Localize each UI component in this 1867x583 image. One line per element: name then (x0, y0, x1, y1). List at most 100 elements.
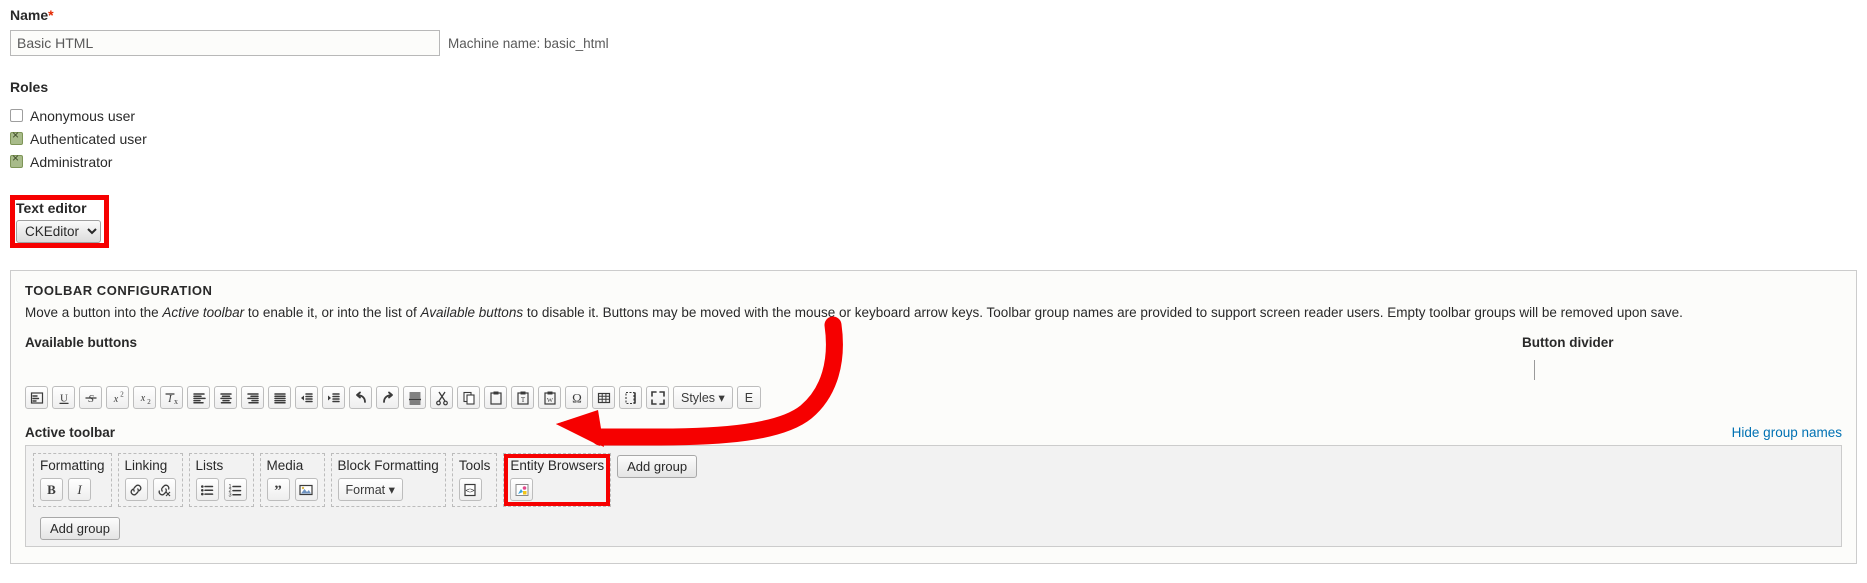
role-row-anonymous[interactable]: Anonymous user (10, 104, 1857, 127)
add-group-row-bottom: Add group (33, 515, 1834, 540)
svg-text:3: 3 (229, 492, 232, 498)
indent-icon[interactable] (322, 386, 345, 409)
filter-format-edit-form: Name* Machine name: basic_html Roles Ano… (0, 0, 1867, 564)
special-character-icon[interactable]: Ω (565, 386, 588, 409)
align-right-icon[interactable] (241, 386, 264, 409)
active-toolbar-header: Active toolbar Hide group names (25, 425, 1842, 440)
toolbar-group-linking[interactable]: Linking (117, 453, 183, 507)
toolbar-group-media[interactable]: Media ” (259, 453, 325, 507)
add-group-button-bottom[interactable]: Add group (40, 517, 120, 540)
button-divider-label: Button divider (1522, 335, 1614, 350)
toolbar-group-buttons: <> (458, 478, 491, 501)
svg-text:2: 2 (147, 398, 151, 406)
svg-text:x: x (139, 393, 145, 404)
toolbar-group-buttons: BI (40, 478, 105, 501)
source-icon[interactable] (25, 386, 48, 409)
remove-format-icon[interactable]: Ix (160, 386, 183, 409)
svg-text:U: U (60, 392, 68, 404)
redo-icon[interactable] (376, 386, 399, 409)
styles-dropdown-button[interactable]: Styles ▾ (673, 386, 733, 409)
maximize-icon[interactable] (646, 386, 669, 409)
entity-browser-icon[interactable] (510, 478, 534, 501)
text-editor-field-group: Text editor CKEditor None (10, 195, 109, 248)
desc-em-available-buttons: Available buttons (420, 305, 524, 320)
italic-icon[interactable]: I (68, 478, 91, 501)
cut-icon[interactable] (430, 386, 453, 409)
format-dropdown-button[interactable]: Format ▾ (337, 478, 403, 501)
hide-group-names-link[interactable]: Hide group names (1732, 425, 1842, 440)
underline-icon[interactable]: U (52, 386, 75, 409)
role-label-anonymous: Anonymous user (30, 107, 136, 124)
page-break-icon[interactable] (619, 386, 642, 409)
role-label-administrator: Administrator (30, 153, 113, 170)
blockquote-icon[interactable]: ” (266, 478, 290, 501)
numbered-list-icon[interactable]: 123 (223, 478, 247, 501)
svg-text:T: T (520, 396, 525, 404)
desc-part-1: Move a button into the (25, 305, 163, 320)
button-divider-handle[interactable] (1534, 360, 1535, 380)
checkbox-anonymous-user[interactable] (10, 109, 23, 122)
unlink-icon[interactable] (152, 478, 176, 501)
copy-icon[interactable] (457, 386, 480, 409)
active-toolbar-label: Active toolbar (25, 425, 116, 440)
text-editor-label: Text editor (16, 200, 87, 216)
link-icon[interactable] (124, 478, 148, 501)
svg-text:Ω: Ω (572, 390, 582, 405)
roles-field-group: Roles Anonymous user Authenticated user … (10, 78, 1857, 173)
table-icon[interactable] (592, 386, 615, 409)
svg-text:”: ” (274, 483, 282, 498)
add-group-button-top[interactable]: Add group (617, 455, 698, 478)
bulleted-list-icon[interactable] (195, 478, 219, 501)
source-code-icon[interactable]: <> (458, 478, 482, 501)
checkbox-authenticated-user[interactable] (10, 129, 23, 145)
outdent-icon[interactable] (295, 386, 318, 409)
align-center-icon[interactable] (214, 386, 237, 409)
name-field-group: Name* Machine name: basic_html (10, 6, 1857, 56)
toolbar-group-name: Lists (195, 458, 224, 473)
toolbar-group-name: Media (266, 458, 304, 473)
svg-text:<>: <> (466, 486, 476, 495)
horizontal-rule-icon[interactable] (403, 386, 426, 409)
toolbar-group-name: Entity Browsers (510, 458, 605, 473)
toolbar-group-buttons: Format ▾ (337, 478, 439, 501)
desc-em-active-toolbar: Active toolbar (162, 305, 245, 320)
paste-from-word-icon[interactable]: W (538, 386, 561, 409)
bold-icon[interactable]: B (40, 478, 63, 501)
toolbar-group-lists[interactable]: Lists 1 2 3 (188, 453, 254, 507)
toolbar-group-entity-browsers[interactable]: Entity Browsers (503, 453, 612, 507)
text-editor-select[interactable]: CKEditor None (16, 220, 101, 243)
toolbar-group-formatting[interactable]: Formatting B I (33, 453, 112, 507)
toolbar-group-name: Linking (124, 458, 168, 473)
active-toolbar-groups: Formatting B I Linking Lists 1 2 3 Media ” Block F… (33, 453, 1834, 507)
name-row: Machine name: basic_html (10, 30, 1857, 56)
desc-part-3: to disable it. Buttons may be moved with… (523, 305, 1683, 320)
toolbar-group-block-formatting[interactable]: Block Formatting Format ▾ (330, 453, 446, 507)
available-buttons-label: Available buttons (25, 335, 138, 350)
undo-icon[interactable] (349, 386, 372, 409)
svg-text:S: S (88, 393, 94, 405)
superscript-icon[interactable]: x2 (106, 386, 129, 409)
toolbar-group-buttons (124, 478, 176, 501)
toolbar-configuration-fieldset: TOOLBAR CONFIGURATION Move a button into… (10, 270, 1857, 564)
svg-text:W: W (546, 397, 553, 404)
image-icon[interactable] (294, 478, 318, 501)
role-row-authenticated[interactable]: Authenticated user (10, 127, 1857, 150)
justify-icon[interactable] (268, 386, 291, 409)
available-buttons-header: Available buttons Button divider (25, 335, 1842, 380)
align-left-icon[interactable] (187, 386, 210, 409)
paste-icon[interactable] (484, 386, 507, 409)
desc-part-2: to enable it, or into the list of (244, 305, 421, 320)
editor-button-e[interactable]: E (736, 386, 762, 409)
checkbox-administrator[interactable] (10, 152, 23, 168)
role-label-authenticated: Authenticated user (30, 130, 147, 147)
toolbar-group-tools[interactable]: Tools <> (451, 453, 498, 507)
name-input[interactable] (10, 30, 440, 56)
svg-text:x: x (174, 397, 178, 406)
subscript-icon[interactable]: x2 (133, 386, 156, 409)
paste-text-icon[interactable]: T (511, 386, 534, 409)
required-marker: * (48, 7, 54, 23)
role-row-administrator[interactable]: Administrator (10, 150, 1857, 173)
toolbar-configuration-legend: TOOLBAR CONFIGURATION (25, 283, 213, 298)
available-buttons-list: U Sx 2 x 2 Ix T W Ω Styles ▾ E (25, 386, 1842, 409)
strikethrough-icon[interactable]: S (79, 386, 102, 409)
